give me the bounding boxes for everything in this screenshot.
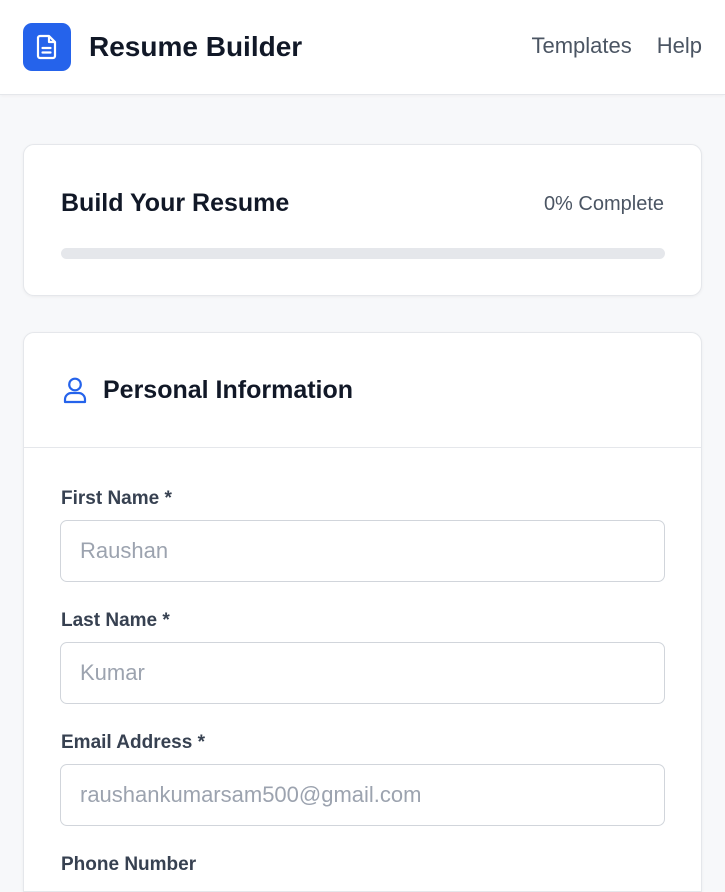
nav-templates[interactable]: Templates	[531, 31, 631, 61]
progress-status: 0% Complete	[543, 193, 664, 215]
progress-card: Build Your Resume 0% Complete	[23, 144, 702, 296]
first-name-label: First Name *	[61, 488, 172, 509]
app-logo	[23, 23, 71, 71]
progress-bar	[61, 248, 665, 259]
nav-help[interactable]: Help	[657, 31, 702, 61]
email-input[interactable]	[60, 764, 665, 826]
last-name-input[interactable]	[60, 642, 665, 704]
last-name-label: Last Name *	[61, 610, 170, 631]
first-name-input[interactable]	[60, 520, 665, 582]
top-nav: Templates Help	[531, 31, 702, 61]
app-header: Resume Builder Templates Help	[0, 0, 725, 95]
phone-label: Phone Number	[61, 854, 197, 875]
section-title: Personal Information	[103, 376, 354, 404]
progress-title: Build Your Resume	[61, 189, 290, 217]
app-title: Resume Builder	[89, 31, 303, 62]
document-icon	[36, 34, 57, 60]
personal-info-header: Personal Information	[24, 333, 701, 448]
user-icon	[63, 377, 87, 404]
email-label: Email Address *	[61, 732, 205, 753]
personal-info-card: Personal Information First Name * Last N…	[23, 332, 702, 892]
